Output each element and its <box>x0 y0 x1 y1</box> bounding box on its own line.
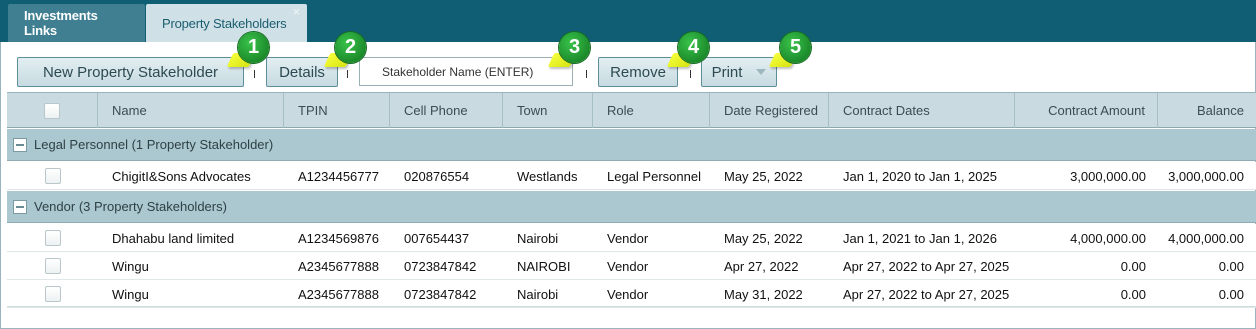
tab-investments-links[interactable]: Investments Links <box>8 4 145 42</box>
cell-phone: 020876554 <box>404 168 470 184</box>
cell-contract-dates: Jan 1, 2020 to Jan 1, 2025 <box>843 168 997 184</box>
cell-contract-dates: Apr 27, 2022 to Apr 27, 2025 <box>843 286 1010 302</box>
select-all-cell <box>7 93 98 128</box>
new-property-stakeholder-button[interactable]: New Property Stakeholder <box>17 57 244 87</box>
stakeholder-search-input[interactable] <box>359 57 573 86</box>
callout-number: 2 <box>335 32 366 63</box>
group-title: Vendor (3 Property Stakeholders) <box>34 199 227 214</box>
toolbar: New Property Stakeholder Details Remove … <box>1 42 1248 94</box>
cell-date-registered: May 25, 2022 <box>724 230 803 246</box>
cell-name: ChigitI&Sons Advocates <box>112 168 251 184</box>
cell-town: Westlands <box>517 168 578 184</box>
column-header-town[interactable]: Town <box>503 93 593 128</box>
table-row[interactable]: ChigitI&Sons Advocates A1234456777 02087… <box>7 162 1256 190</box>
cell-tpin: A1234456777 <box>298 168 379 184</box>
column-header-tpin[interactable]: TPIN <box>284 93 390 128</box>
grid-bottom-border <box>7 306 1256 307</box>
callout-number: 1 <box>238 32 269 63</box>
collapse-icon[interactable] <box>13 199 27 214</box>
cell-contract-amount: 3,000,000.00 <box>1070 168 1146 184</box>
cell-role: Vendor <box>607 230 649 246</box>
cell-contract-amount: 0.00 <box>1120 258 1146 274</box>
cell-tpin: A2345677888 <box>298 286 379 302</box>
row-select-cell <box>7 280 98 308</box>
row-checkbox[interactable] <box>44 230 61 246</box>
close-icon[interactable]: × <box>293 5 301 18</box>
callout-2: 2 <box>323 32 367 76</box>
cell-date-registered: May 25, 2022 <box>724 168 803 184</box>
table-row[interactable]: Wingu A2345677888 0723847842 NAIROBI Ven… <box>7 252 1256 280</box>
table-row[interactable]: Wingu A2345677888 0723847842 Nairobi Ven… <box>7 280 1256 308</box>
column-header-date-registered[interactable]: Date Registered <box>710 93 829 128</box>
callout-3: 3 <box>547 32 591 76</box>
remove-button[interactable]: Remove <box>598 57 678 87</box>
cell-contract-amount: 4,000,000.00 <box>1070 230 1146 246</box>
tab-label: Property Stakeholders <box>162 15 287 31</box>
cell-phone: 0723847842 <box>404 258 477 274</box>
print-button[interactable]: Print <box>701 57 777 87</box>
callout-number: 3 <box>559 32 590 63</box>
cell-contract-dates: Apr 27, 2022 to Apr 27, 2025 <box>843 258 1010 274</box>
callout-5: 5 <box>768 32 812 76</box>
tab-bar: Investments Links Property Stakeholders … <box>0 0 1256 42</box>
row-checkbox[interactable] <box>44 168 61 184</box>
cell-name: Wingu <box>112 286 149 302</box>
cell-name: Wingu <box>112 258 149 274</box>
collapse-icon[interactable] <box>13 137 27 152</box>
print-label: Print <box>711 63 743 81</box>
cell-contract-amount: 0.00 <box>1120 286 1146 302</box>
cell-town: Nairobi <box>517 230 559 246</box>
tab-property-stakeholders[interactable]: Property Stakeholders × <box>146 4 307 42</box>
cell-phone: 007654437 <box>404 230 470 246</box>
cell-town: NAIROBI <box>517 258 571 274</box>
group-row-vendor[interactable]: Vendor (3 Property Stakeholders) <box>7 191 1256 223</box>
callout-number: 4 <box>678 32 709 63</box>
row-select-cell <box>7 162 98 190</box>
cell-date-registered: Apr 27, 2022 <box>724 258 799 274</box>
callout-4: 4 <box>666 32 710 76</box>
cell-tpin: A1234569876 <box>298 230 379 246</box>
cell-balance: 3,000,000.00 <box>1168 168 1244 184</box>
column-header-contract-dates[interactable]: Contract Dates <box>829 93 1015 128</box>
cell-date-registered: May 31, 2022 <box>724 286 803 302</box>
row-select-cell <box>7 224 98 252</box>
column-header-role[interactable]: Role <box>593 93 710 128</box>
callout-number: 5 <box>780 32 811 63</box>
cell-balance: 4,000,000.00 <box>1168 230 1244 246</box>
row-checkbox[interactable] <box>44 286 61 302</box>
cell-role: Vendor <box>607 286 649 302</box>
cell-phone: 0723847842 <box>404 286 477 302</box>
group-title: Legal Personnel (1 Property Stakeholder) <box>34 137 274 152</box>
select-all-checkbox[interactable] <box>44 102 60 119</box>
cell-role: Legal Personnel <box>607 168 701 184</box>
cell-town: Nairobi <box>517 286 559 302</box>
column-header-contract-amount[interactable]: Contract Amount <box>1015 93 1158 128</box>
cell-balance: 0.00 <box>1218 286 1244 302</box>
column-header-cell-phone[interactable]: Cell Phone <box>390 93 503 128</box>
cell-balance: 0.00 <box>1218 258 1244 274</box>
row-checkbox[interactable] <box>44 258 61 274</box>
grid-header: Name TPIN Cell Phone Town Role Date Regi… <box>7 92 1256 128</box>
callout-1: 1 <box>226 32 270 76</box>
tab-label: Investments Links <box>24 8 98 38</box>
column-header-balance[interactable]: Balance <box>1158 93 1256 128</box>
column-header-name[interactable]: Name <box>98 93 284 128</box>
cell-tpin: A2345677888 <box>298 258 379 274</box>
chevron-down-icon <box>756 69 767 75</box>
group-row-legal-personnel[interactable]: Legal Personnel (1 Property Stakeholder) <box>7 129 1256 161</box>
table-row[interactable]: Dhahabu land limited A1234569876 0076544… <box>7 224 1256 252</box>
row-select-cell <box>7 252 98 280</box>
cell-role: Vendor <box>607 258 649 274</box>
cell-name: Dhahabu land limited <box>112 230 235 246</box>
cell-contract-dates: Jan 1, 2021 to Jan 1, 2026 <box>843 230 997 246</box>
